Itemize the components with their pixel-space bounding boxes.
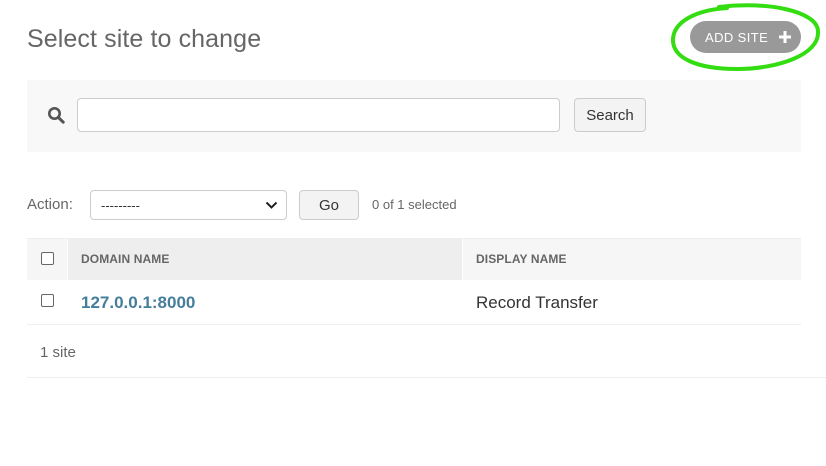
table-header-row: DOMAIN NAME DISPLAY NAME (27, 238, 801, 280)
column-header-label: DOMAIN NAME (81, 252, 170, 266)
add-site-button[interactable]: ADD SITE (690, 21, 801, 53)
row-checkbox[interactable] (41, 294, 54, 307)
domain-name-link[interactable]: 127.0.0.1:8000 (81, 293, 195, 313)
table-row: 127.0.0.1:8000 Record Transfer (27, 280, 801, 325)
display-name-cell: Record Transfer (476, 293, 598, 312)
add-site-button-label: ADD SITE (705, 29, 769, 45)
search-toolbar: Search (27, 80, 801, 152)
column-header-display-name[interactable]: DISPLAY NAME (463, 239, 801, 280)
plus-icon (779, 31, 791, 43)
page: Select site to change ADD SITE Search Ac… (0, 0, 826, 466)
select-all-checkbox[interactable] (41, 252, 54, 265)
action-label: Action: (27, 196, 73, 213)
paginator: 1 site (27, 326, 826, 378)
search-button[interactable]: Search (574, 98, 646, 132)
column-header-domain-name[interactable]: DOMAIN NAME (68, 239, 493, 280)
selection-counter: 0 of 1 selected (372, 197, 457, 212)
go-button[interactable]: Go (299, 190, 359, 220)
search-icon (48, 107, 65, 124)
column-header-label: DISPLAY NAME (476, 252, 567, 266)
action-select-value: --------- (101, 197, 140, 213)
select-all-cell (27, 239, 67, 280)
action-select[interactable]: --------- (90, 190, 287, 220)
search-input[interactable] (77, 98, 560, 132)
page-title: Select site to change (27, 25, 262, 53)
result-count: 1 site (40, 344, 76, 361)
results-table: DOMAIN NAME DISPLAY NAME 127.0.0.1:8000 … (27, 238, 801, 325)
chevron-down-icon (265, 201, 278, 209)
